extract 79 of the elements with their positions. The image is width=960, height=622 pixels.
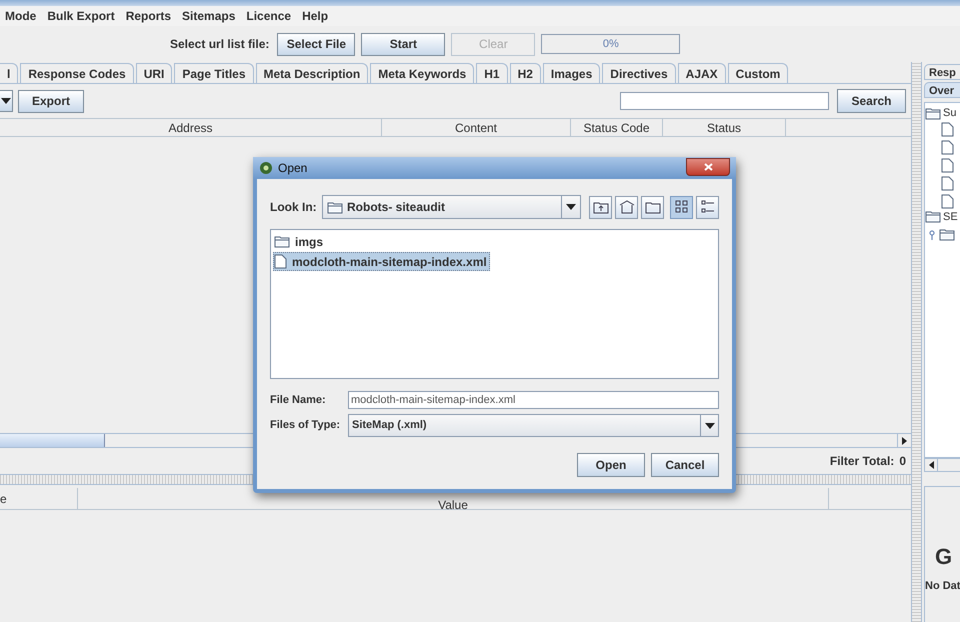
column-header[interactable]: Address [0, 119, 382, 136]
file-icon [941, 122, 954, 136]
toolbar-button[interactable]: Select File [277, 32, 356, 56]
folder-icon [274, 235, 290, 248]
tab[interactable]: Page Titles [174, 63, 254, 83]
left-arrow-icon [928, 461, 934, 469]
menu-item[interactable]: Mode [5, 7, 36, 25]
filter-total-label: Filter Total: [830, 453, 894, 470]
url-list-label: Select url list file: [170, 36, 270, 53]
grid-view-icon [674, 200, 688, 214]
file-item[interactable]: imgs [273, 232, 326, 251]
tab[interactable]: Meta Keywords [370, 63, 474, 83]
tab[interactable]: Over [924, 82, 960, 98]
caret-icon [704, 422, 714, 428]
caret-icon [1, 98, 11, 104]
tab[interactable]: Directives [602, 63, 676, 83]
tab[interactable]: Resp [924, 64, 960, 80]
column-header[interactable]: e [0, 488, 78, 509]
file-icon [941, 158, 954, 172]
menu-item[interactable]: Bulk Export [47, 7, 115, 25]
file-type-combo[interactable]: SiteMap (.xml) [348, 414, 719, 437]
folder-up-icon [592, 200, 608, 214]
tab[interactable]: URI [136, 63, 172, 83]
search-button[interactable]: Search [837, 89, 906, 113]
tab[interactable]: H1 [476, 63, 508, 83]
menu-item[interactable]: Help [302, 7, 328, 25]
tab[interactable]: Response Codes [20, 63, 134, 83]
file-name-field[interactable]: modcloth-main-sitemap-index.xml [348, 391, 719, 409]
close-button[interactable] [686, 158, 730, 176]
no-data-text: No Dat [925, 578, 960, 594]
folder-icon [327, 200, 343, 214]
file-name-label: File Name: [270, 392, 327, 408]
tab[interactable]: Custom [728, 63, 788, 83]
menu-item[interactable]: Licence [246, 7, 292, 25]
dialog-button[interactable]: Open [577, 453, 645, 477]
file-icon [274, 254, 287, 269]
caret-icon [566, 204, 576, 210]
folder-icon [939, 228, 955, 241]
look-in-label: Look In: [270, 199, 318, 216]
close-icon [704, 162, 712, 170]
tab[interactable]: H2 [510, 63, 541, 83]
view-button[interactable] [670, 196, 693, 218]
progress-text: 0% [602, 36, 619, 52]
view-button[interactable] [696, 196, 719, 218]
scroll-thumb[interactable] [0, 434, 105, 447]
view-button[interactable] [589, 196, 612, 218]
menu-item[interactable]: Sitemaps [182, 7, 236, 25]
filter-total-value: 0 [899, 453, 906, 470]
menu-item[interactable]: Reports [126, 7, 172, 25]
dialog-title: Open [278, 160, 308, 177]
file-type-label: Files of Type: [270, 418, 342, 434]
toolbar-button[interactable]: Start [361, 32, 446, 56]
new-folder-icon [644, 200, 660, 214]
tab[interactable]: l [0, 63, 18, 83]
export-button[interactable]: Export [18, 90, 84, 112]
column-header[interactable]: Status [663, 119, 786, 136]
right-arrow-icon [902, 436, 907, 444]
tree-node-icon [929, 230, 935, 240]
column-header[interactable]: Status Code [571, 119, 663, 136]
view-button[interactable] [641, 196, 664, 218]
view-button[interactable] [615, 196, 638, 218]
overview-heading: G [934, 546, 954, 568]
column-header[interactable]: Content [382, 119, 571, 136]
tab[interactable]: Meta Description [256, 63, 368, 83]
search-field[interactable] [620, 92, 829, 110]
tab[interactable]: Images [542, 63, 600, 83]
file-icon [941, 176, 954, 190]
tab[interactable]: AJAX [678, 63, 726, 83]
file-item[interactable]: modcloth-main-sitemap-index.xml [273, 252, 490, 271]
tree-item[interactable]: Su [943, 105, 956, 122]
dropdown-button[interactable] [0, 90, 13, 112]
tree-item[interactable]: SE [943, 208, 958, 225]
file-icon [941, 140, 954, 154]
file-icon [941, 194, 954, 208]
list-view-icon [700, 200, 714, 214]
app-logo-icon [259, 161, 273, 175]
dialog-button[interactable]: Cancel [651, 453, 719, 477]
look-in-combo[interactable]: Robots- siteaudit [322, 195, 581, 219]
home-icon [618, 200, 634, 214]
